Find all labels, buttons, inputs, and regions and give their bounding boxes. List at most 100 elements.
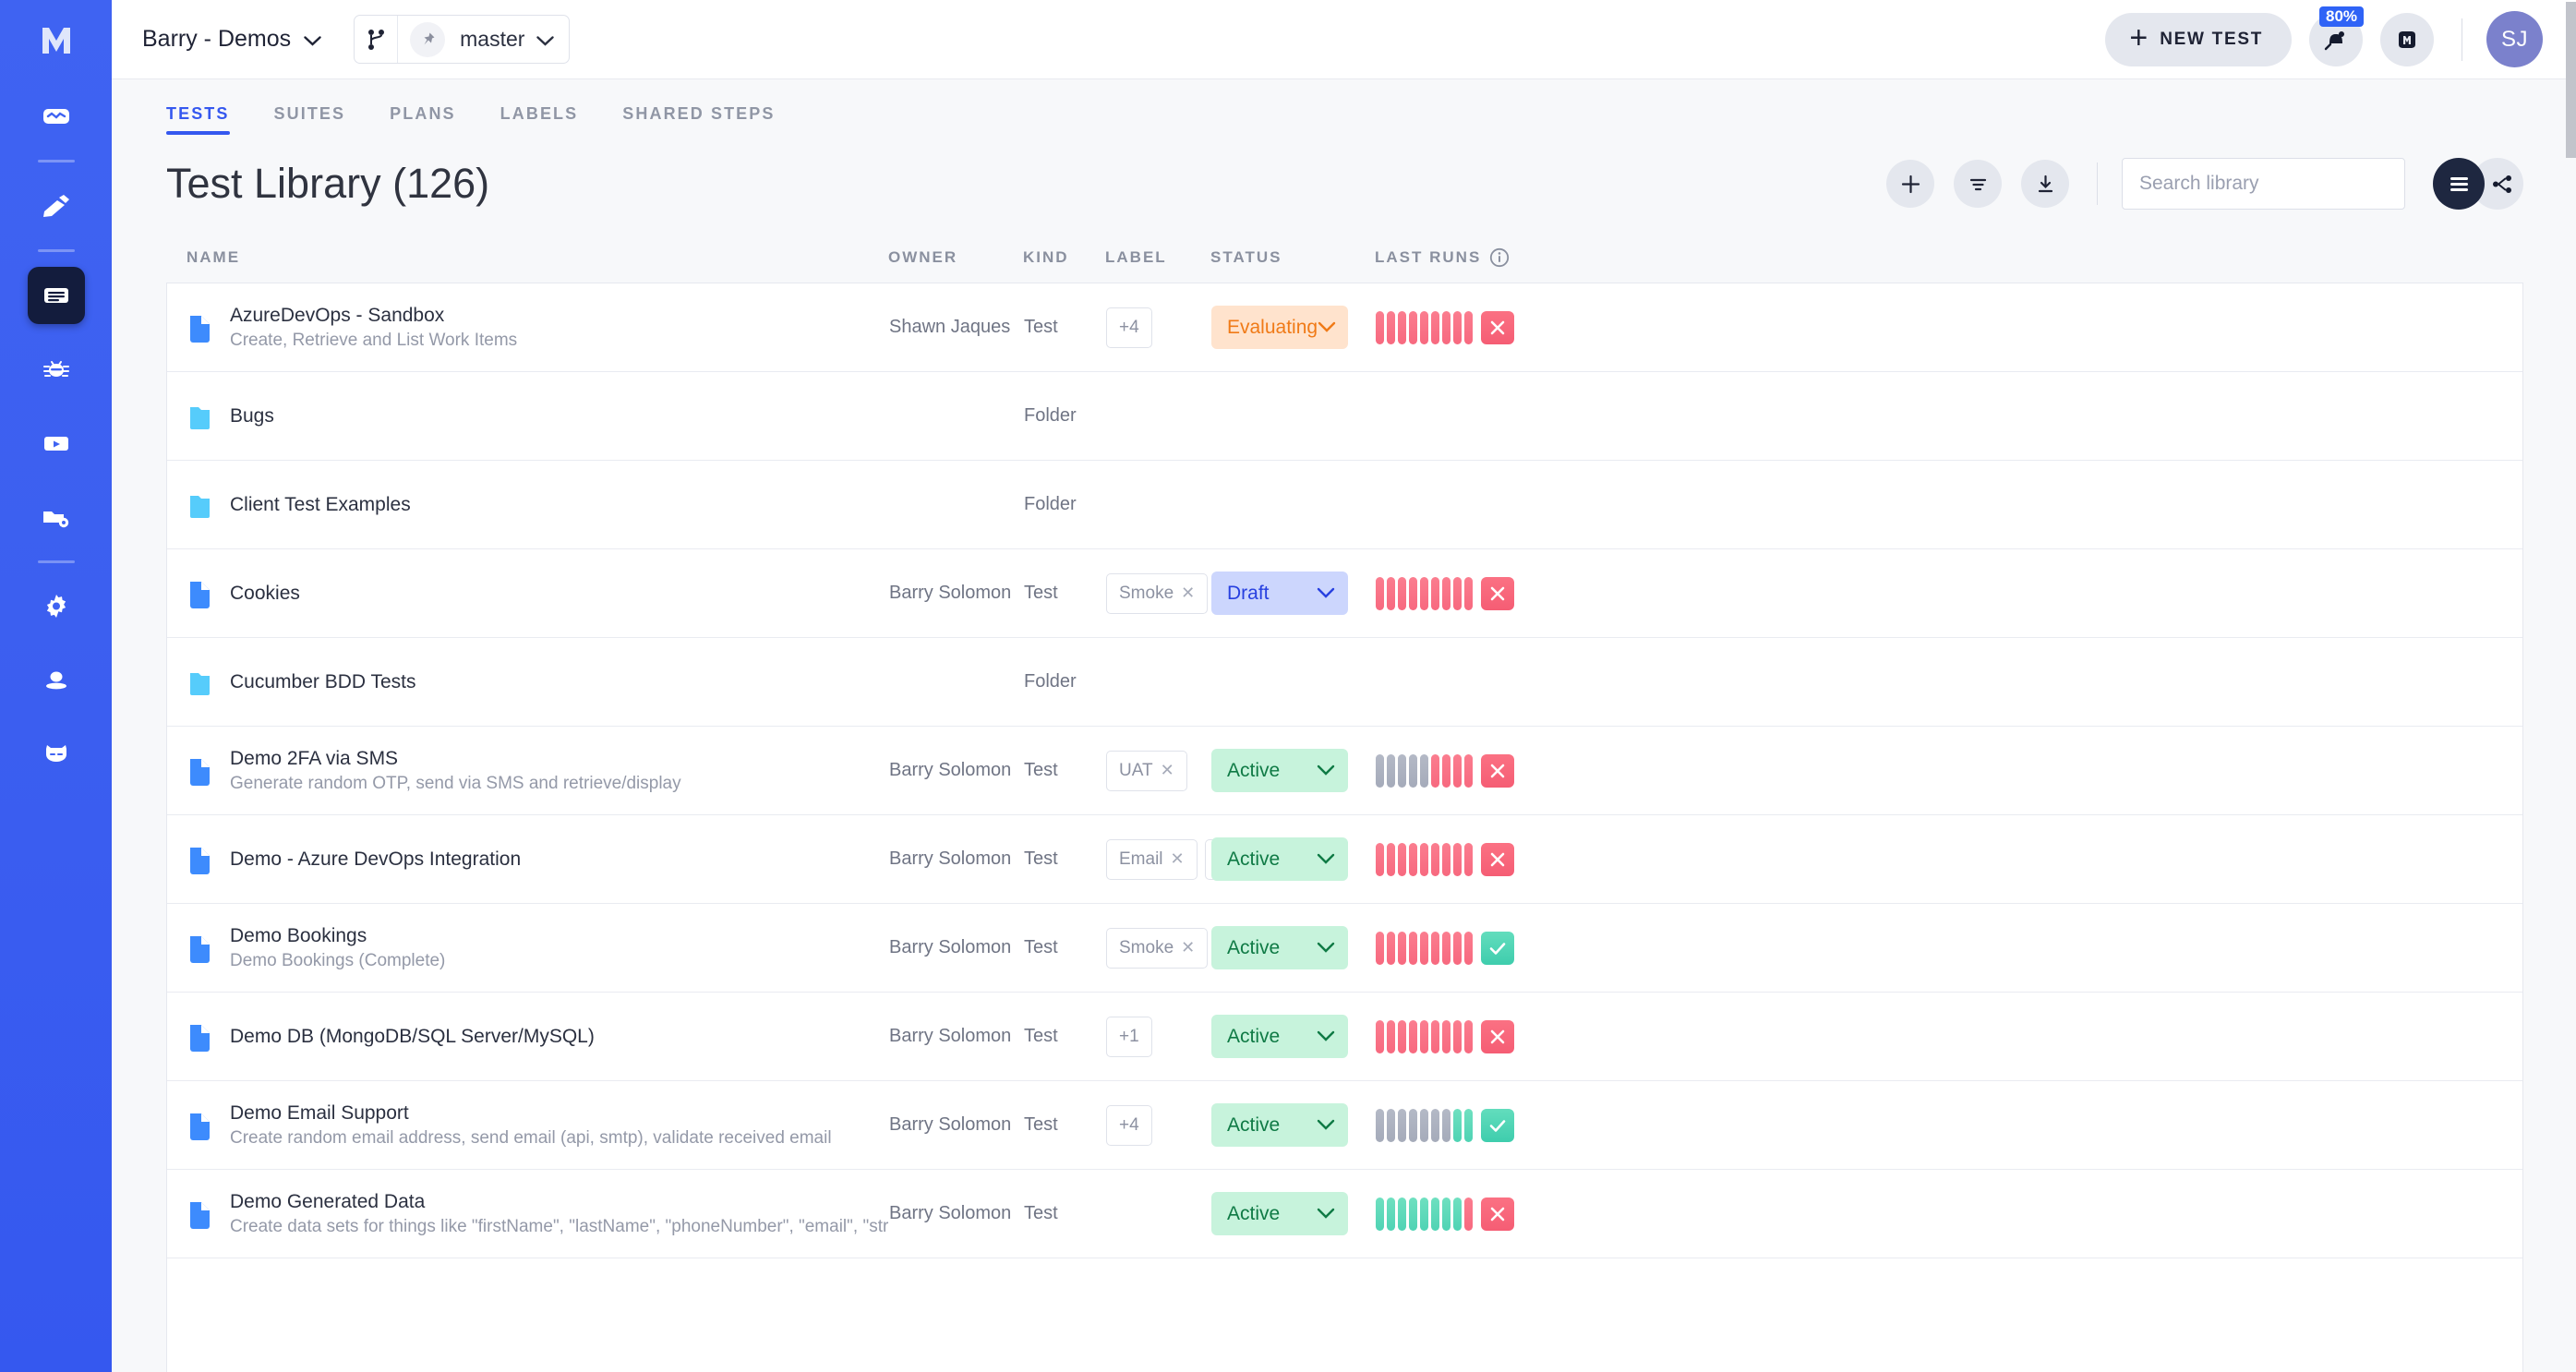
run-bar[interactable] <box>1420 843 1428 876</box>
remove-label-icon[interactable]: ✕ <box>1181 938 1195 957</box>
run-bar[interactable] <box>1387 577 1395 610</box>
run-bar[interactable] <box>1431 754 1439 788</box>
column-header-status[interactable]: STATUS <box>1210 248 1375 267</box>
row-name-cell[interactable]: Demo Generated Data Create data sets for… <box>167 1191 889 1237</box>
last-run-result[interactable] <box>1481 843 1514 876</box>
run-bar[interactable] <box>1409 577 1417 610</box>
run-bar[interactable] <box>1409 932 1417 965</box>
label-chip[interactable]: UAT✕ <box>1106 751 1187 791</box>
run-bar[interactable] <box>1398 843 1406 876</box>
run-bar[interactable] <box>1420 1109 1428 1142</box>
run-bar[interactable] <box>1431 932 1439 965</box>
run-bar[interactable] <box>1387 754 1395 788</box>
status-dropdown[interactable]: Active <box>1211 1103 1348 1147</box>
run-bar[interactable] <box>1398 754 1406 788</box>
sidebar-item-test-library[interactable] <box>28 267 85 324</box>
run-bar[interactable] <box>1387 1020 1395 1053</box>
tab-suites[interactable]: SUITES <box>274 104 346 135</box>
run-bar[interactable] <box>1464 1020 1473 1053</box>
row-name-cell[interactable]: Cookies <box>167 579 889 608</box>
run-bar[interactable] <box>1442 843 1451 876</box>
avatar[interactable]: SJ <box>2486 11 2543 67</box>
run-bar[interactable] <box>1387 843 1395 876</box>
run-bar[interactable] <box>1420 932 1428 965</box>
notifications-button[interactable]: 80% <box>2309 13 2363 66</box>
app-logo[interactable] <box>0 0 112 79</box>
column-header-kind[interactable]: KIND <box>1023 248 1105 267</box>
sidebar-item-settings[interactable] <box>28 578 85 635</box>
branch-dropdown[interactable]: master <box>454 16 569 63</box>
status-dropdown[interactable]: Active <box>1211 1015 1348 1058</box>
table-row[interactable]: Demo Generated Data Create data sets for… <box>167 1170 2522 1258</box>
sidebar-item-bugs[interactable] <box>28 341 85 398</box>
last-run-result[interactable] <box>1481 1197 1514 1231</box>
run-bar[interactable] <box>1376 1197 1384 1231</box>
run-bar[interactable] <box>1442 932 1451 965</box>
list-view-button[interactable] <box>2433 158 2485 210</box>
label-more-chip[interactable]: +4 <box>1106 1105 1152 1146</box>
pin-branch-button[interactable] <box>398 16 454 63</box>
sidebar-item-activity[interactable] <box>28 88 85 145</box>
row-name-cell[interactable]: Bugs <box>167 402 889 431</box>
column-header-name[interactable]: NAME <box>166 248 888 267</box>
search-input[interactable] <box>2122 158 2405 210</box>
column-header-label[interactable]: LABEL <box>1105 248 1210 267</box>
run-bar[interactable] <box>1453 843 1462 876</box>
run-bar[interactable] <box>1387 932 1395 965</box>
run-bar[interactable] <box>1464 577 1473 610</box>
run-bar[interactable] <box>1431 577 1439 610</box>
run-bar[interactable] <box>1453 577 1462 610</box>
column-header-last-runs[interactable]: LAST RUNS <box>1375 247 2523 268</box>
run-bar[interactable] <box>1420 1197 1428 1231</box>
project-selector[interactable]: Barry - Demos <box>138 20 325 58</box>
run-bar[interactable] <box>1442 754 1451 788</box>
last-run-result[interactable] <box>1481 1109 1514 1142</box>
run-bar[interactable] <box>1464 843 1473 876</box>
sidebar-item-create[interactable] <box>28 177 85 235</box>
run-bar[interactable] <box>1376 932 1384 965</box>
run-bar[interactable] <box>1420 754 1428 788</box>
run-bar[interactable] <box>1431 1197 1439 1231</box>
run-bar[interactable] <box>1442 1197 1451 1231</box>
run-bar[interactable] <box>1409 311 1417 344</box>
table-row[interactable]: Demo 2FA via SMS Generate random OTP, se… <box>167 727 2522 815</box>
sidebar-item-runs[interactable] <box>28 415 85 472</box>
row-name-cell[interactable]: AzureDevOps - Sandbox Create, Retrieve a… <box>167 305 889 351</box>
run-bar[interactable] <box>1409 1020 1417 1053</box>
label-chip[interactable]: Smoke✕ <box>1106 573 1208 614</box>
row-name-cell[interactable]: Cucumber BDD Tests <box>167 668 889 697</box>
run-bar[interactable] <box>1464 1109 1473 1142</box>
run-bar[interactable] <box>1409 1109 1417 1142</box>
sidebar-item-help[interactable] <box>28 726 85 783</box>
filter-button[interactable] <box>1954 160 2002 208</box>
last-run-result[interactable] <box>1481 1020 1514 1053</box>
run-bar[interactable] <box>1387 1197 1395 1231</box>
row-name-cell[interactable]: Demo - Azure DevOps Integration <box>167 845 889 874</box>
remove-label-icon[interactable]: ✕ <box>1181 584 1195 603</box>
column-header-owner[interactable]: OWNER <box>888 248 1023 267</box>
row-name-cell[interactable]: Demo 2FA via SMS Generate random OTP, se… <box>167 748 889 794</box>
info-icon[interactable] <box>1489 247 1510 268</box>
run-bar[interactable] <box>1398 932 1406 965</box>
remove-label-icon[interactable]: ✕ <box>1161 761 1174 780</box>
status-dropdown[interactable]: Active <box>1211 749 1348 792</box>
run-bar[interactable] <box>1442 577 1451 610</box>
tab-tests[interactable]: TESTS <box>166 104 230 135</box>
sidebar-item-account[interactable] <box>28 652 85 709</box>
run-bar[interactable] <box>1453 311 1462 344</box>
run-bar[interactable] <box>1442 1020 1451 1053</box>
table-row[interactable]: Demo - Azure DevOps Integration Barry So… <box>167 815 2522 904</box>
table-row[interactable]: Bugs Folder <box>167 372 2522 461</box>
status-dropdown[interactable]: Evaluating <box>1211 306 1348 349</box>
run-bar[interactable] <box>1453 1109 1462 1142</box>
run-bar[interactable] <box>1464 311 1473 344</box>
new-test-button[interactable]: + NEW TEST <box>2105 13 2292 66</box>
row-name-cell[interactable]: Demo Bookings Demo Bookings (Complete) <box>167 925 889 971</box>
run-bar[interactable] <box>1376 577 1384 610</box>
add-test-button[interactable] <box>1886 160 1934 208</box>
row-name-cell[interactable]: Demo DB (MongoDB/SQL Server/MySQL) <box>167 1022 889 1052</box>
table-row[interactable]: Client Test Examples Folder <box>167 461 2522 549</box>
tab-shared-steps[interactable]: SHARED STEPS <box>622 104 775 135</box>
run-bar[interactable] <box>1464 1197 1473 1231</box>
run-bar[interactable] <box>1453 754 1462 788</box>
